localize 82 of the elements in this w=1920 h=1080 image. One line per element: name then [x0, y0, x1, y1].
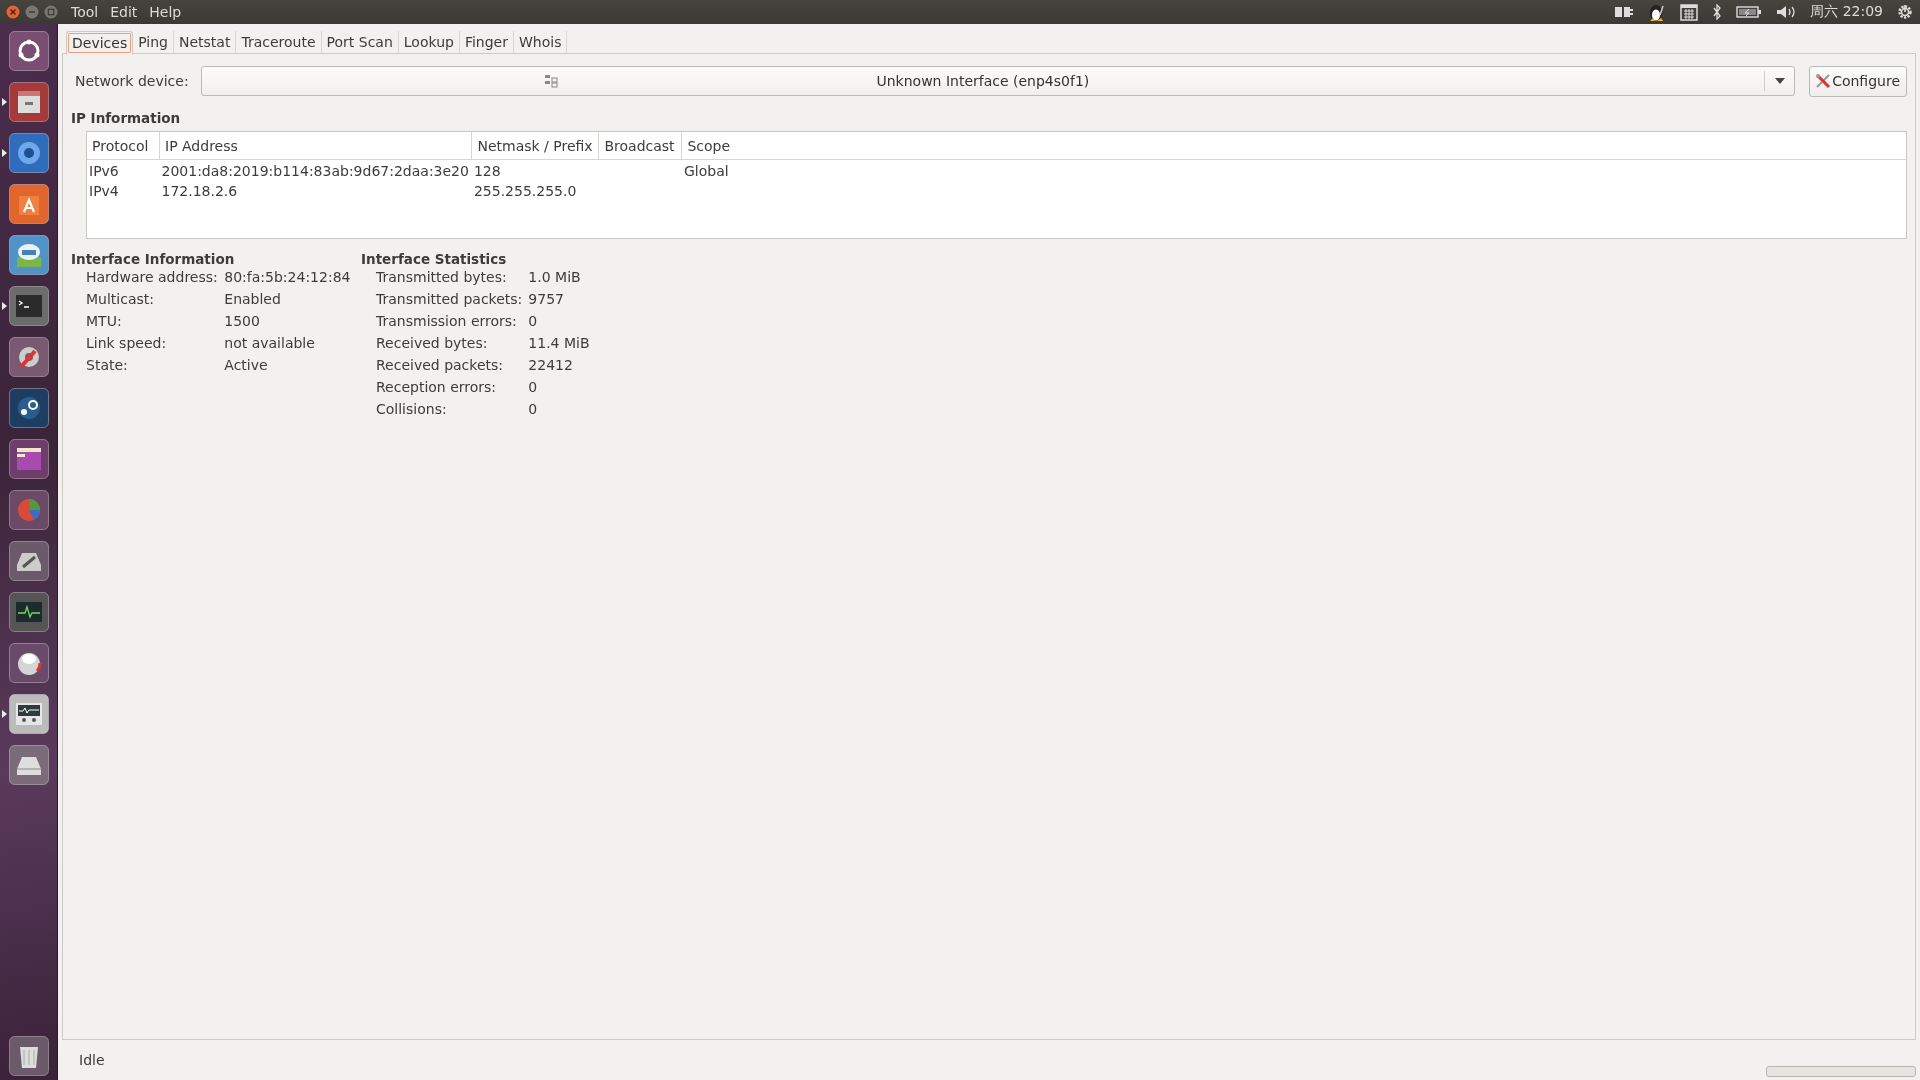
close-icon[interactable] [6, 5, 20, 19]
field-label: Collisions: [376, 401, 448, 417]
table-cell-text: IPv4 [88, 181, 120, 200]
field-label: Received bytes: [376, 335, 489, 351]
steam-icon[interactable] [8, 388, 49, 428]
table-cell: Global [681, 159, 1906, 180]
field-label: Link speed: [86, 335, 168, 351]
table-cell: IPv6 [87, 159, 160, 180]
section-heading: Interface Information [71, 251, 236, 267]
tab[interactable]: Ping [133, 31, 174, 53]
hard-drive-icon[interactable] [8, 745, 49, 785]
field-value: 1500 [224, 313, 261, 329]
clock-text[interactable]: 周六 22:09 [1810, 3, 1883, 21]
tab[interactable]: Port Scan [321, 31, 399, 53]
field-value: 9757 [528, 291, 565, 307]
mail-icon[interactable] [8, 235, 49, 275]
field-label: Transmission errors: [376, 313, 518, 329]
configure-button[interactable]: Configure [1809, 65, 1907, 97]
tab[interactable]: Traceroute [236, 31, 322, 53]
tab[interactable]: Lookup [398, 31, 460, 53]
maximize-icon[interactable] [44, 5, 58, 19]
field-label: Multicast: [86, 291, 155, 307]
battery-icon[interactable] [1736, 5, 1763, 19]
field-label: Hardware address: [86, 269, 219, 285]
ubuntu-logo-icon[interactable] [8, 31, 49, 71]
file-cabinet-icon[interactable] [8, 82, 49, 122]
dial-icon[interactable] [8, 643, 49, 683]
table-cell: 2001:da8:2019:b114:83ab:9d67:2daa:3e20 [159, 159, 472, 180]
window-icon[interactable] [8, 439, 49, 479]
terminal-icon[interactable] [8, 286, 49, 326]
column-header[interactable]: Broadcast [598, 132, 682, 160]
menu-item[interactable]: Edit [104, 4, 144, 20]
trash-icon[interactable] [8, 1036, 49, 1076]
tools-icon [1815, 73, 1832, 89]
table-cell: 128 [471, 159, 599, 180]
minimize-icon[interactable] [25, 5, 39, 19]
menu-item[interactable]: Help [143, 4, 188, 20]
field-label: Reception errors: [376, 379, 498, 395]
tab[interactable]: Whois [514, 31, 568, 53]
field-value: 80:fa:5b:24:12:84 [224, 269, 351, 285]
shopping-bag-icon[interactable] [8, 184, 49, 224]
column-header[interactable]: Protocol [87, 132, 160, 160]
tab[interactable]: Netstat [174, 31, 237, 53]
oscilloscope-icon[interactable] [8, 694, 49, 734]
field-label: Received packets: [376, 357, 505, 373]
volume-icon[interactable] [1775, 4, 1798, 20]
disk-wrench-icon[interactable] [8, 541, 49, 581]
field-value: 11.4 MiB [528, 335, 590, 351]
table-cell-text: 255.255.255.0 [472, 181, 578, 200]
device-dropdown[interactable]: Unknown Interface (enp4s0f1) [200, 66, 1796, 96]
field-label: Network device: [75, 73, 189, 89]
network-icon[interactable] [1614, 4, 1635, 20]
browser-icon[interactable] [8, 133, 49, 173]
table-cell-text: 172.18.2.6 [160, 181, 239, 200]
field-value: 0 [528, 379, 539, 395]
field-value: 22412 [528, 357, 574, 373]
calendar-icon[interactable] [1680, 3, 1699, 21]
pie-chart-icon[interactable] [8, 490, 49, 530]
field-label: MTU: [86, 313, 123, 329]
menu-item[interactable]: Tool [65, 4, 105, 20]
status-text: Idle [79, 1052, 105, 1068]
network-device-icon [543, 74, 558, 88]
field-label: Transmitted packets: [376, 291, 523, 307]
field-value: 1.0 MiB [528, 269, 582, 285]
tab[interactable]: Finger [459, 31, 514, 53]
field-value: 0 [528, 401, 539, 417]
column-header[interactable]: IP Address [159, 132, 472, 160]
field-value: Enabled [224, 291, 282, 307]
field-value: 0 [528, 313, 539, 329]
section-heading: Interface Statistics [361, 251, 508, 267]
field-value: Active [224, 357, 269, 373]
column-header[interactable]: Netmask / Prefix [471, 132, 599, 160]
gear-wrench-icon[interactable] [8, 337, 49, 377]
field-label: State: [86, 357, 129, 373]
tab[interactable]: Devices [66, 31, 134, 55]
power-gear-icon[interactable] [1896, 3, 1914, 21]
section-heading: IP Information [71, 110, 182, 126]
dropdown-caret-icon [1775, 78, 1786, 84]
field-label: Transmitted bytes: [376, 269, 508, 285]
heartbeat-monitor-icon[interactable] [8, 592, 49, 632]
column-header[interactable]: Scope [681, 132, 1906, 160]
field-value: not available [224, 335, 316, 351]
